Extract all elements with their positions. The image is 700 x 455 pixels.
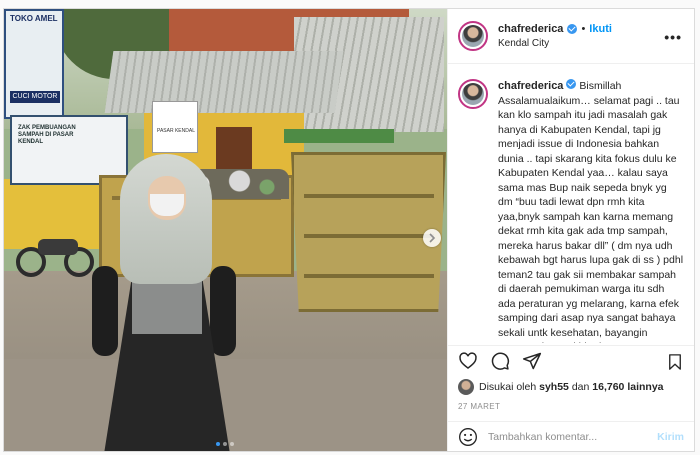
carousel-next-button[interactable] (423, 229, 441, 247)
photo-shop-sign: TOKO AMEL CUCI MOTOR (4, 9, 64, 119)
comment-icon[interactable] (490, 351, 510, 371)
caption: chafrederica Bismillah Assalamualaikum… … (498, 79, 684, 343)
comment-input[interactable] (488, 430, 658, 443)
post-side-panel: chafrederica • Ikuti Kendal City ••• cha… (447, 9, 694, 451)
post-location[interactable]: Kendal City (498, 38, 612, 49)
header-line: chafrederica • Ikuti (498, 23, 612, 35)
heart-icon[interactable] (458, 351, 478, 371)
bookmark-icon[interactable] (666, 353, 684, 371)
shop-sign-title: TOKO AMEL (10, 14, 58, 23)
follow-button[interactable]: Ikuti (589, 23, 612, 35)
dumpster-stripe (304, 194, 434, 198)
caption-username[interactable]: chafrederica (498, 80, 563, 92)
liker-avatar (458, 379, 474, 395)
caption-avatar[interactable] (458, 79, 488, 109)
caption-area[interactable]: chafrederica Bismillah Assalamualaikum… … (448, 65, 694, 343)
avatar-image (462, 83, 484, 105)
share-icon[interactable] (522, 351, 542, 371)
carousel-dot-active (216, 442, 220, 446)
carousel-dots (216, 442, 234, 446)
shop-sign-bar: CUCI MOTOR (10, 91, 60, 103)
likes-count[interactable]: 16,760 lainnya (592, 381, 663, 393)
person-mask (150, 194, 184, 216)
header-separator: • (581, 23, 586, 35)
verified-badge-icon (566, 79, 577, 89)
emoji-icon[interactable] (458, 427, 478, 447)
post-photo[interactable]: TOKO AMEL CUCI MOTOR ZAK PEMBUANGAN SAMP… (4, 9, 447, 451)
post-date[interactable]: 27 MARET (458, 402, 500, 411)
send-comment-button[interactable]: Kirim (657, 431, 684, 443)
carousel-dot (223, 442, 227, 446)
comment-box: Kirim (448, 421, 694, 451)
carousel-dot (230, 442, 234, 446)
photo-market-sign: PASAR KENDAL (152, 101, 198, 153)
dumpster-stripe (304, 274, 434, 278)
person-sleeve (92, 266, 118, 356)
photo-green-trim (284, 129, 394, 143)
author-username[interactable]: chafrederica (498, 23, 563, 35)
author-avatar[interactable] (458, 21, 488, 51)
post-modal: TOKO AMEL CUCI MOTOR ZAK PEMBUANGAN SAMP… (3, 8, 695, 452)
caption-body: Bismillah Assalamualaikum… selamat pagi … (498, 80, 684, 343)
likes-prefix: Disukai oleh (479, 381, 537, 393)
photo-dumpster-right (291, 152, 446, 312)
header-text: chafrederica • Ikuti Kendal City (498, 23, 612, 49)
photo-motorbike (16, 227, 96, 277)
liker-username[interactable]: syh55 (539, 381, 569, 393)
post-actions (448, 345, 694, 375)
motorbike-body (38, 239, 78, 255)
chevron-right-icon (429, 233, 436, 243)
market-sign-text: PASAR KENDAL (157, 128, 195, 134)
dumpster-stripe (304, 234, 434, 238)
notice-board-text: ZAK PEMBUANGAN SAMPAH DI PASAR KENDAL (18, 125, 76, 145)
avatar-image (462, 25, 484, 47)
post-header: chafrederica • Ikuti Kendal City ••• (448, 9, 694, 64)
more-options-icon[interactable]: ••• (664, 29, 682, 45)
photo-person (92, 154, 242, 451)
likes-summary[interactable]: Disukai oleh syh55 dan 16,760 lainnya (458, 379, 664, 395)
likes-middle: dan (571, 381, 590, 393)
person-sleeve (210, 266, 236, 356)
photo-grey-roof (104, 51, 344, 113)
verified-badge-icon (567, 24, 578, 34)
